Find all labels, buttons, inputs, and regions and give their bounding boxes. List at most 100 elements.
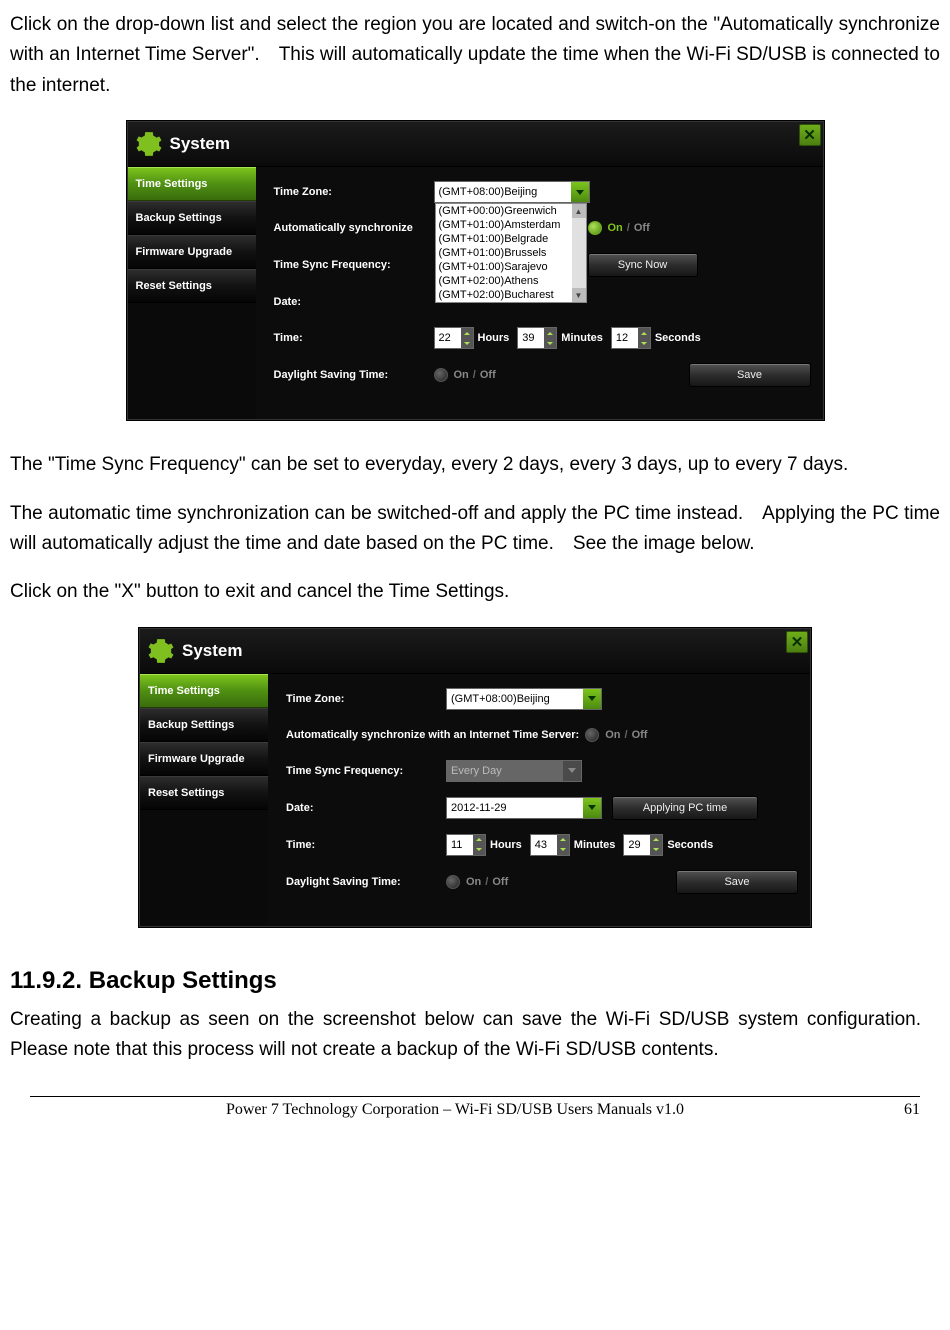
autosync-toggle[interactable]: On/Off: [585, 728, 647, 742]
page-number: 61: [880, 1101, 920, 1119]
dst-toggle[interactable]: On/Off: [446, 875, 508, 889]
paragraph-4: Click on the "X" button to exit and canc…: [10, 577, 940, 607]
seconds-spinner[interactable]: 29: [623, 834, 663, 856]
save-button[interactable]: Save: [676, 870, 798, 894]
panel-header: System ✕: [140, 629, 810, 674]
minutes-label: Minutes: [561, 332, 603, 344]
sidebar: Time Settings Backup Settings Firmware U…: [140, 674, 268, 926]
label-autosync: Automatically synchronize: [274, 222, 434, 234]
spinner-arrows-icon[interactable]: [461, 328, 473, 348]
label-timezone: Time Zone:: [274, 186, 434, 198]
timezone-dropdown[interactable]: (GMT+08:00)Beijing: [446, 688, 602, 710]
sidebar-item-reset-settings[interactable]: Reset Settings: [140, 776, 268, 810]
paragraph-3: The automatic time synchronization can b…: [10, 499, 940, 560]
timezone-option[interactable]: (GMT+00:00)Greenwich: [436, 204, 586, 218]
label-date: Date:: [286, 802, 446, 814]
seconds-spinner[interactable]: 12: [611, 327, 651, 349]
close-button[interactable]: ✕: [786, 631, 808, 653]
freq-dropdown[interactable]: Every Day: [446, 760, 582, 782]
gear-icon: [136, 131, 162, 157]
sidebar-item-backup-settings[interactable]: Backup Settings: [140, 708, 268, 742]
hours-spinner[interactable]: 22: [434, 327, 474, 349]
toggle-on-label: On: [608, 222, 623, 234]
minutes-value: 43: [535, 839, 547, 851]
sidebar-item-time-settings[interactable]: Time Settings: [128, 167, 256, 201]
paragraph-5: Creating a backup as seen on the screens…: [10, 1005, 940, 1066]
timezone-option[interactable]: (GMT+01:00)Belgrade: [436, 232, 586, 246]
spinner-arrows-icon[interactable]: [650, 835, 662, 855]
sidebar-item-firmware-upgrade[interactable]: Firmware Upgrade: [128, 235, 256, 269]
timezone-value: (GMT+08:00)Beijing: [439, 186, 538, 198]
sidebar-item-backup-settings[interactable]: Backup Settings: [128, 201, 256, 235]
timezone-option[interactable]: (GMT+02:00)Bucharest: [436, 288, 586, 302]
sidebar-item-firmware-upgrade[interactable]: Firmware Upgrade: [140, 742, 268, 776]
seconds-value: 29: [628, 839, 640, 851]
page-footer: Power 7 Technology Corporation – Wi-Fi S…: [30, 1096, 920, 1119]
toggle-off-label: Off: [492, 876, 508, 888]
spinner-arrows-icon[interactable]: [638, 328, 650, 348]
content-area: Time Zone: (GMT+08:00)Beijing (GMT+00:00…: [256, 167, 823, 419]
label-autosync: Automatically synchronize with an Intern…: [286, 729, 579, 741]
date-dropdown[interactable]: 2012-11-29: [446, 797, 602, 819]
timezone-dropdown[interactable]: (GMT+08:00)Beijing (GMT+00:00)Greenwich …: [434, 181, 590, 203]
minutes-value: 39: [522, 332, 534, 344]
toggle-off-label: Off: [632, 729, 648, 741]
minutes-spinner[interactable]: 43: [530, 834, 570, 856]
toggle-on-label: On: [605, 729, 620, 741]
paragraph-1: Click on the drop-down list and select t…: [10, 10, 940, 101]
toggle-radio-icon[interactable]: [434, 368, 448, 382]
timezone-option[interactable]: (GMT+01:00)Amsterdam: [436, 218, 586, 232]
close-button[interactable]: ✕: [799, 124, 821, 146]
toggle-radio-icon[interactable]: [588, 221, 602, 235]
timezone-options-list: (GMT+00:00)Greenwich (GMT+01:00)Amsterda…: [435, 203, 587, 303]
scroll-down-icon[interactable]: ▼: [572, 288, 586, 302]
spinner-arrows-icon[interactable]: [557, 835, 569, 855]
minutes-label: Minutes: [574, 839, 616, 851]
spinner-arrows-icon[interactable]: [473, 835, 485, 855]
spinner-arrows-icon[interactable]: [544, 328, 556, 348]
date-value: 2012-11-29: [451, 802, 506, 814]
timezone-option[interactable]: (GMT+01:00)Sarajevo: [436, 260, 586, 274]
timezone-value: (GMT+08:00)Beijing: [451, 693, 550, 705]
toggle-on-label: On: [466, 876, 481, 888]
sidebar: Time Settings Backup Settings Firmware U…: [128, 167, 256, 419]
dropdown-arrow-icon[interactable]: [563, 761, 581, 781]
panel-title: System: [182, 641, 242, 661]
label-freq: Time Sync Frequency:: [274, 259, 434, 271]
dropdown-arrow-icon[interactable]: [571, 182, 589, 202]
toggle-radio-icon[interactable]: [585, 728, 599, 742]
gear-icon: [148, 638, 174, 664]
freq-value: Every Day: [451, 765, 502, 777]
scrollbar[interactable]: ▲ ▼: [572, 204, 586, 302]
sync-now-button[interactable]: Sync Now: [588, 253, 698, 277]
dst-toggle[interactable]: On/Off: [434, 368, 496, 382]
panel-header: System ✕: [128, 122, 823, 167]
dropdown-arrow-icon[interactable]: [583, 689, 601, 709]
minutes-spinner[interactable]: 39: [517, 327, 557, 349]
paragraph-2: The "Time Sync Frequency" can be set to …: [10, 450, 940, 480]
label-dst: Daylight Saving Time:: [274, 369, 434, 381]
hours-value: 22: [439, 332, 451, 344]
toggle-radio-icon[interactable]: [446, 875, 460, 889]
seconds-label: Seconds: [667, 839, 713, 851]
sidebar-item-time-settings[interactable]: Time Settings: [140, 674, 268, 708]
scroll-up-icon[interactable]: ▲: [572, 204, 586, 218]
label-dst: Daylight Saving Time:: [286, 876, 446, 888]
sidebar-item-reset-settings[interactable]: Reset Settings: [128, 269, 256, 303]
label-time: Time:: [286, 839, 446, 851]
dropdown-arrow-icon[interactable]: [583, 798, 601, 818]
autosync-toggle[interactable]: On/Off: [588, 221, 650, 235]
hours-spinner[interactable]: 11: [446, 834, 486, 856]
timezone-option[interactable]: (GMT+01:00)Brussels: [436, 246, 586, 260]
save-button[interactable]: Save: [689, 363, 811, 387]
label-time: Time:: [274, 332, 434, 344]
system-panel-2: System ✕ Time Settings Backup Settings F…: [139, 628, 811, 927]
label-timezone: Time Zone:: [286, 693, 446, 705]
seconds-label: Seconds: [655, 332, 701, 344]
apply-pc-time-button[interactable]: Applying PC time: [612, 796, 758, 820]
toggle-off-label: Off: [480, 369, 496, 381]
label-freq: Time Sync Frequency:: [286, 765, 446, 777]
scroll-track[interactable]: [572, 218, 586, 288]
toggle-off-label: Off: [634, 222, 650, 234]
timezone-option[interactable]: (GMT+02:00)Athens: [436, 274, 586, 288]
